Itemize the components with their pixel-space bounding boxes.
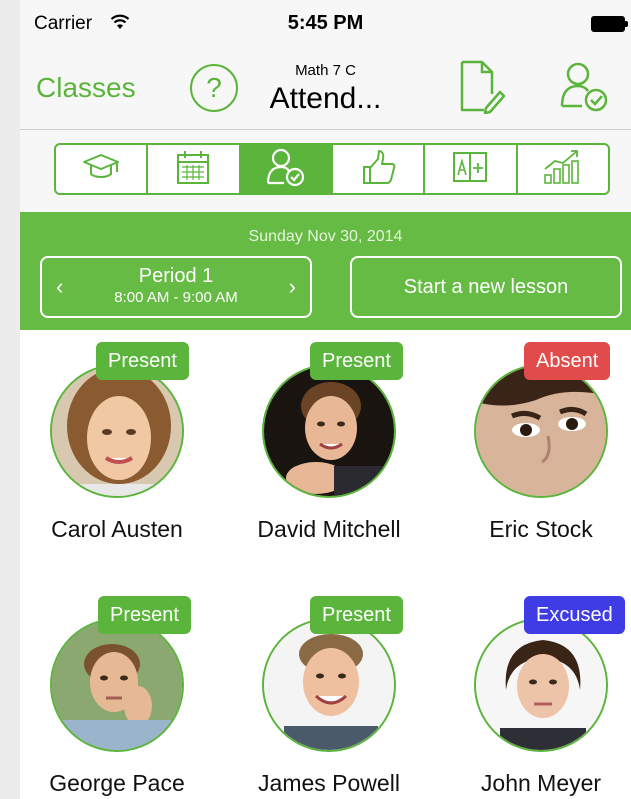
book-plus-icon bbox=[450, 147, 490, 192]
person-check-icon bbox=[264, 146, 308, 193]
clock: 5:45 PM bbox=[287, 12, 364, 34]
app-screen: Carrier 5:45 PM Classes ? Math 7 C Atten… bbox=[20, 0, 631, 799]
period-selector: ‹ Period 1 8:00 AM - 9:00 AM › bbox=[40, 256, 312, 318]
student-photo bbox=[474, 618, 608, 752]
battery-icon bbox=[591, 16, 628, 32]
student-name: George Pace bbox=[49, 770, 185, 796]
student-photo bbox=[474, 364, 608, 498]
student-name: Eric Stock bbox=[489, 516, 593, 542]
student-photo bbox=[50, 618, 184, 752]
status-badge[interactable]: Present bbox=[96, 342, 189, 380]
navigation-bar: Classes ? Math 7 C Attend... bbox=[20, 46, 631, 130]
student-name: John Meyer bbox=[480, 770, 602, 796]
graduation-cap-icon bbox=[81, 152, 121, 187]
section-tabs bbox=[54, 143, 610, 195]
attendance-check-icon[interactable] bbox=[556, 58, 612, 119]
lesson-header: Sunday Nov 30, 2014 ‹ Period 1 8:00 AM -… bbox=[20, 212, 631, 330]
period-name: Period 1 bbox=[138, 265, 214, 287]
page-title: Attend... bbox=[269, 82, 382, 115]
status-badge[interactable]: Present bbox=[98, 596, 191, 634]
student-card[interactable]: Excused John Meyer bbox=[444, 584, 631, 799]
student-photo bbox=[262, 618, 396, 752]
next-period-button[interactable]: › bbox=[289, 274, 296, 300]
lesson-date: Sunday Nov 30, 2014 bbox=[248, 228, 403, 245]
status-badge[interactable]: Present bbox=[310, 596, 403, 634]
tab-calendar[interactable] bbox=[148, 145, 241, 193]
status-badge[interactable]: Excused bbox=[524, 596, 625, 634]
student-card[interactable]: Present David Mitchell bbox=[232, 330, 432, 570]
calendar-icon bbox=[173, 147, 213, 192]
student-photo bbox=[262, 364, 396, 498]
start-new-lesson-button[interactable]: Start a new lesson bbox=[350, 256, 622, 318]
status-badge[interactable]: Absent bbox=[524, 342, 611, 380]
period-time: 8:00 AM - 9:00 AM bbox=[114, 289, 238, 306]
section-toolbar bbox=[20, 130, 631, 212]
tab-grades[interactable] bbox=[425, 145, 518, 193]
bar-chart-icon bbox=[541, 147, 585, 192]
student-name: David Mitchell bbox=[257, 516, 401, 542]
student-card[interactable]: Present George Pace bbox=[20, 584, 220, 799]
student-grid: Present Carol Austen Present David Mitch… bbox=[20, 330, 631, 799]
student-name: Carol Austen bbox=[51, 516, 183, 542]
class-name: Math 7 C bbox=[295, 62, 356, 79]
tab-attendance[interactable] bbox=[240, 145, 333, 193]
student-photo bbox=[50, 364, 184, 498]
student-name: James Powell bbox=[258, 770, 400, 796]
status-badge[interactable]: Present bbox=[310, 342, 403, 380]
student-card[interactable]: Present Carol Austen bbox=[20, 330, 220, 570]
edit-document-icon[interactable] bbox=[456, 58, 506, 119]
student-card[interactable]: Present James Powell bbox=[232, 584, 432, 799]
status-bar: Carrier 5:45 PM bbox=[20, 0, 631, 46]
student-card[interactable]: Absent Eric Stock bbox=[444, 330, 631, 570]
tab-classes[interactable] bbox=[56, 145, 149, 193]
thumbs-up-icon bbox=[358, 147, 398, 192]
tab-behavior[interactable] bbox=[333, 145, 426, 193]
tab-reports[interactable] bbox=[518, 145, 608, 193]
